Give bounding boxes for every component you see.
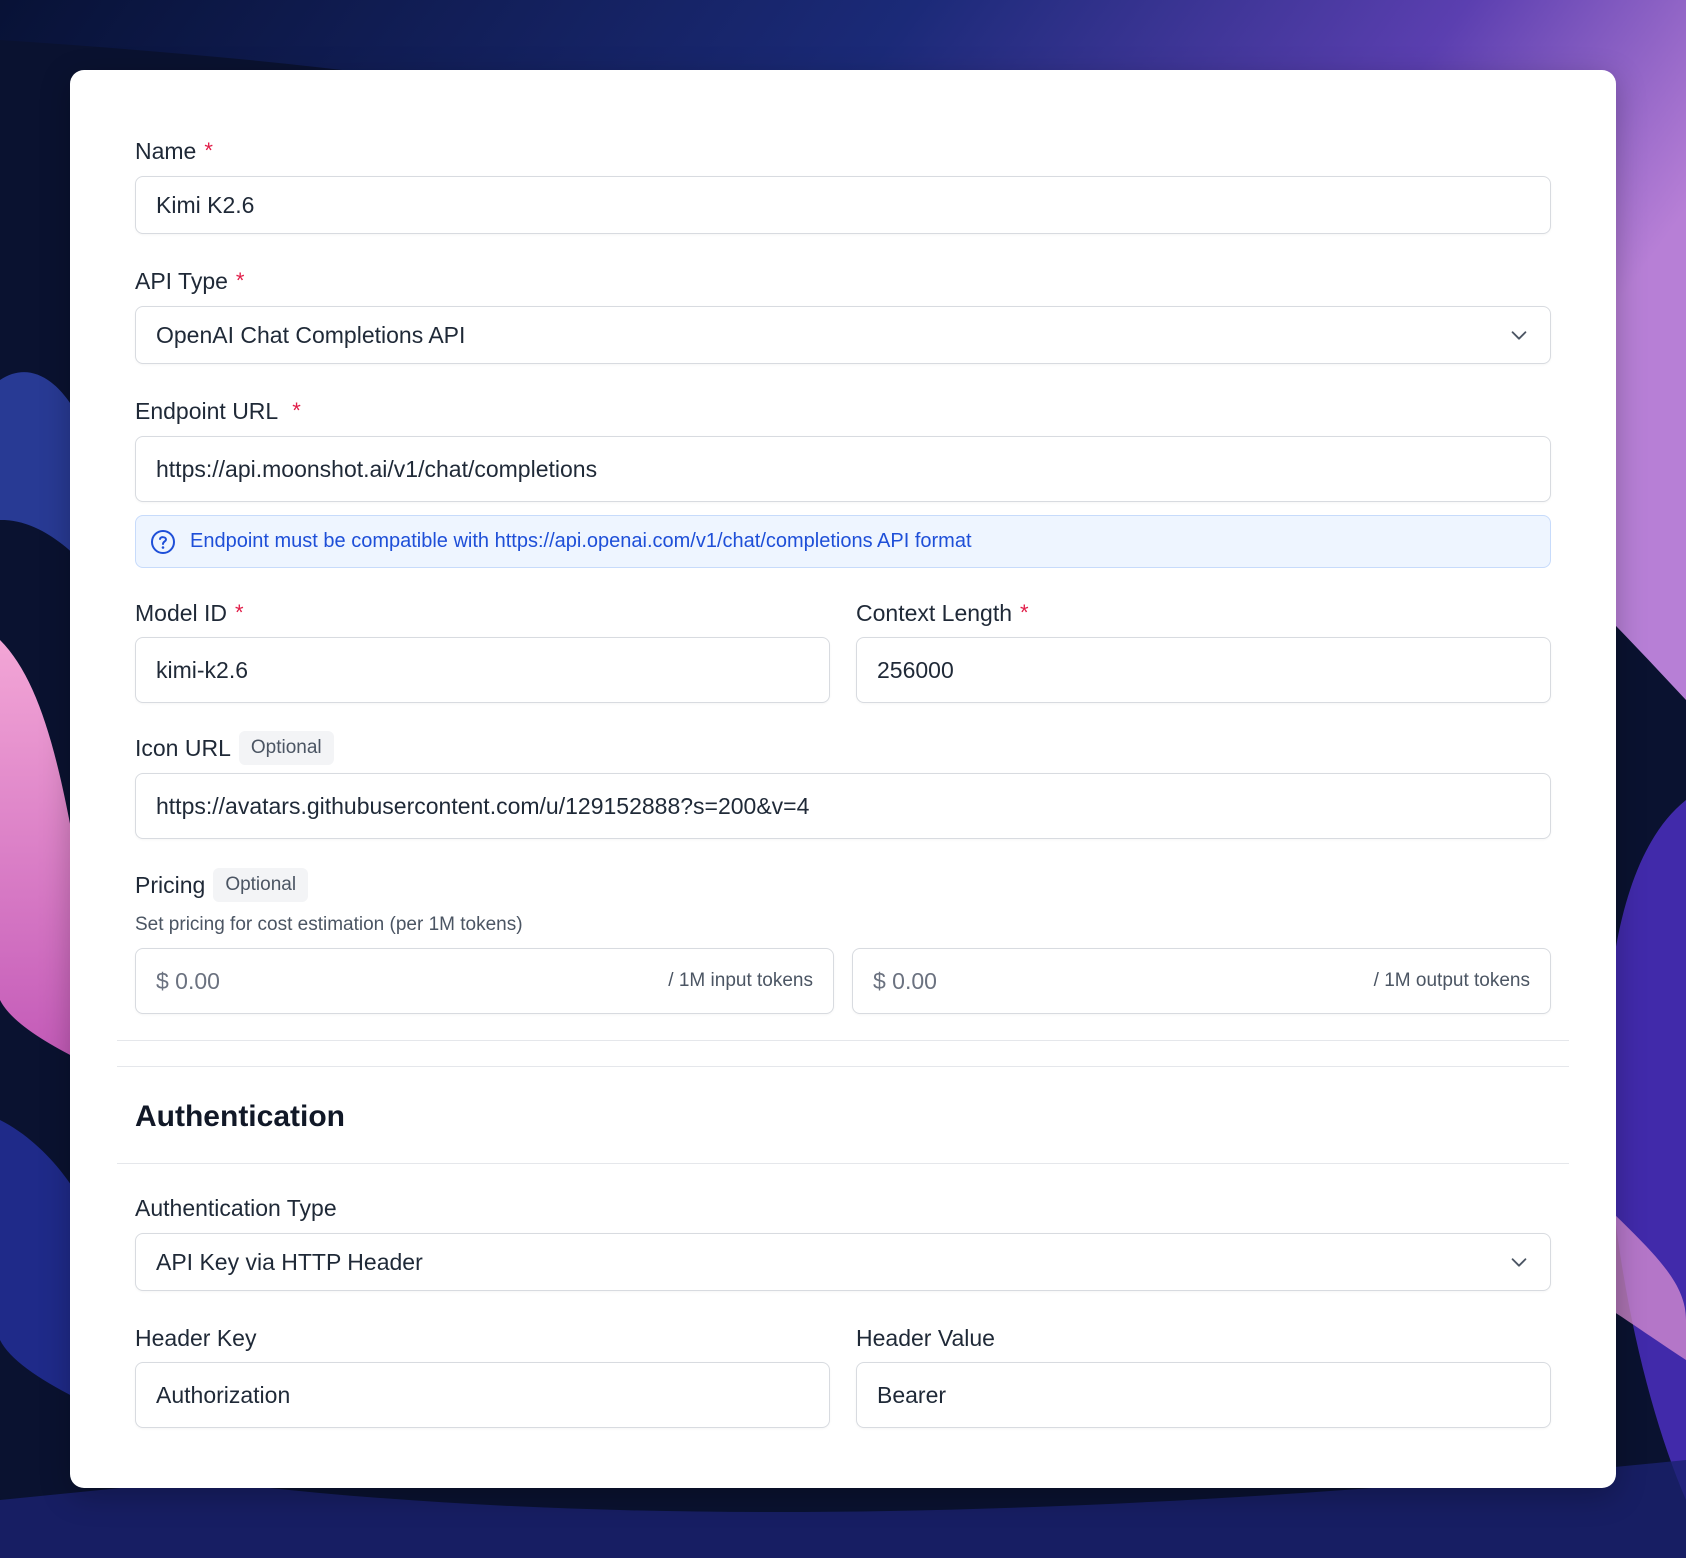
- required-indicator: *: [235, 600, 244, 625]
- name-input[interactable]: Kimi K2.6: [135, 176, 1551, 234]
- header-key-input[interactable]: Authorization: [135, 1362, 830, 1428]
- required-indicator: *: [292, 398, 301, 423]
- question-circle-icon: [151, 529, 175, 554]
- endpoint-info-banner: Endpoint must be compatible with https:/…: [135, 515, 1551, 568]
- output-price-suffix: / 1M output tokens: [1373, 970, 1530, 991]
- input-price-suffix: / 1M input tokens: [668, 970, 813, 991]
- optional-badge: Optional: [213, 868, 309, 902]
- model-id-input[interactable]: kimi-k2.6: [135, 637, 830, 703]
- icon-url-input[interactable]: https://avatars.githubusercontent.com/u/…: [135, 773, 1551, 839]
- auth-type-select[interactable]: API Key via HTTP Header: [135, 1233, 1551, 1291]
- output-price-field[interactable]: $ 0.00 / 1M output tokens: [852, 948, 1551, 1014]
- endpoint-field: Endpoint URL *: [135, 396, 1551, 426]
- divider: [117, 1163, 1569, 1164]
- header-key-label: Header Key: [135, 1324, 257, 1351]
- required-indicator: *: [1020, 600, 1029, 625]
- endpoint-label: Endpoint URL *: [135, 397, 301, 424]
- name-label: Name *: [135, 137, 213, 164]
- input-price-field[interactable]: $ 0.00 / 1M input tokens: [135, 948, 834, 1014]
- endpoint-input[interactable]: https://api.moonshot.ai/v1/chat/completi…: [135, 436, 1551, 502]
- context-length-input[interactable]: 256000: [856, 637, 1551, 703]
- pricing-helper-text: Set pricing for cost estimation (per 1M …: [135, 914, 523, 935]
- authentication-section-title: Authentication: [135, 1100, 345, 1133]
- pricing-field: Pricing Optional Set pricing for cost es…: [135, 868, 1551, 936]
- optional-badge: Optional: [238, 731, 334, 765]
- chevron-down-icon: [1511, 1258, 1527, 1267]
- auth-type-label: Authentication Type: [135, 1194, 337, 1221]
- pricing-label: Pricing Optional: [135, 868, 1551, 902]
- header-value-label: Header Value: [856, 1324, 995, 1351]
- required-indicator: *: [204, 138, 213, 163]
- chevron-down-icon: [1511, 331, 1527, 340]
- divider: [117, 1066, 1569, 1067]
- auth-type-field: Authentication Type: [135, 1193, 1551, 1223]
- divider: [117, 1040, 1569, 1041]
- icon-url-field: Icon URL Optional: [135, 731, 1551, 765]
- model-config-card: Name * Kimi K2.6 API Type * OpenAI Chat …: [70, 70, 1616, 1488]
- name-field: Name *: [135, 136, 1551, 166]
- api-type-label: API Type *: [135, 267, 245, 294]
- context-length-label: Context Length *: [856, 599, 1029, 626]
- endpoint-info-text: Endpoint must be compatible with https:/…: [190, 530, 972, 552]
- api-type-select[interactable]: OpenAI Chat Completions API: [135, 306, 1551, 364]
- required-indicator: *: [235, 268, 245, 293]
- api-type-field: API Type *: [135, 266, 1551, 296]
- header-value-input[interactable]: Bearer: [856, 1362, 1551, 1428]
- icon-url-label: Icon URL Optional: [135, 731, 1551, 765]
- model-id-label: Model ID *: [135, 599, 244, 626]
